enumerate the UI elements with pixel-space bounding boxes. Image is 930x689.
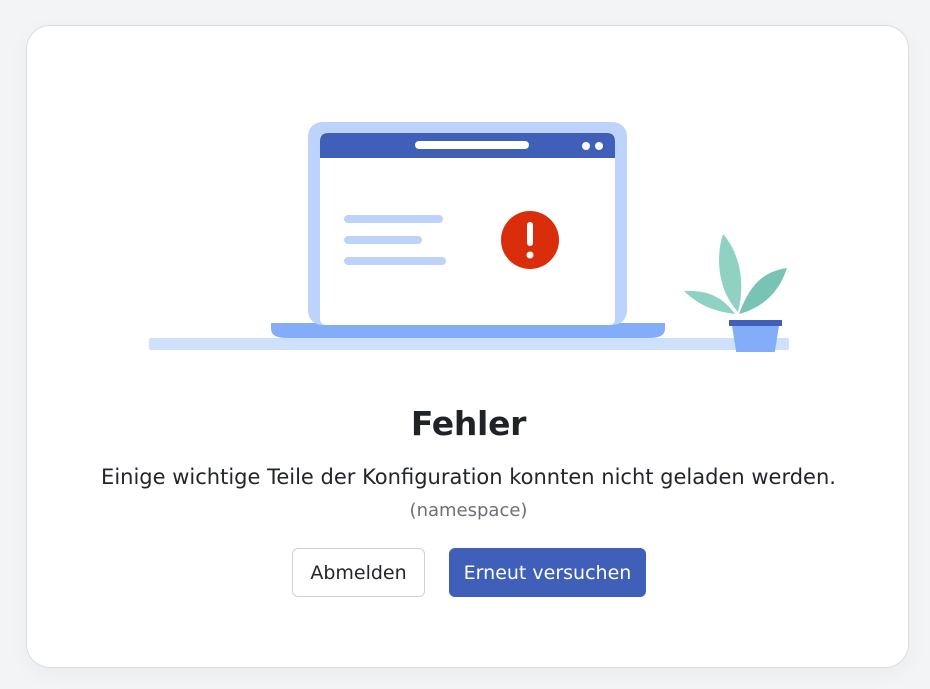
potted-plant-icon	[684, 234, 787, 352]
window-dot-2	[595, 142, 603, 150]
window-dot-1	[582, 142, 590, 150]
retry-button[interactable]: Erneut versuchen	[449, 548, 646, 597]
text-line-1	[344, 215, 443, 223]
exclamation-icon	[501, 211, 559, 269]
window-title-bar	[415, 141, 529, 149]
laptop-base	[271, 323, 665, 338]
dialog-title: Fehler	[410, 404, 527, 443]
error-illustration	[149, 122, 789, 352]
laptop-screen	[320, 133, 615, 325]
text-line-2	[344, 236, 422, 244]
error-dialog: Fehler Einige wichtige Teile der Konfigu…	[26, 25, 909, 668]
error-message: Einige wichtige Teile der Konfiguration …	[101, 465, 836, 489]
desk-surface	[149, 338, 789, 350]
error-code: (namespace)	[409, 500, 528, 521]
logout-button[interactable]: Abmelden	[292, 548, 425, 597]
text-line-3	[344, 257, 446, 265]
